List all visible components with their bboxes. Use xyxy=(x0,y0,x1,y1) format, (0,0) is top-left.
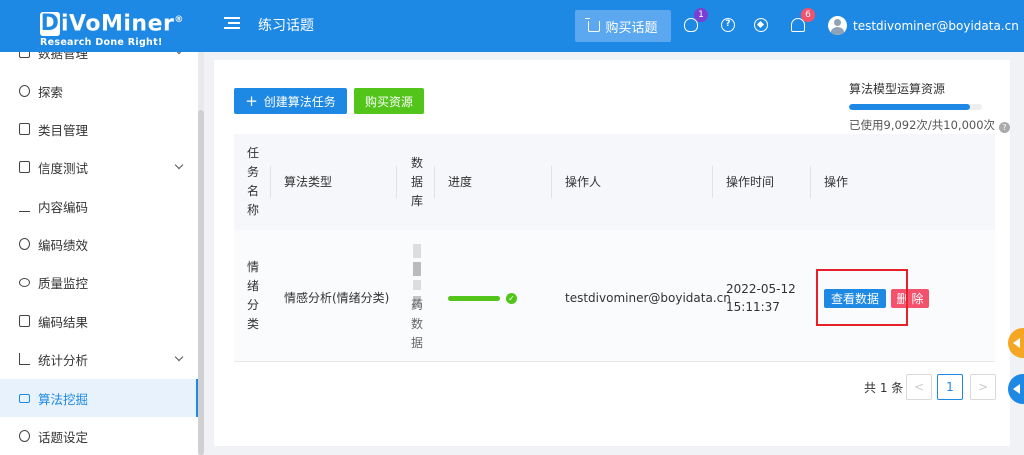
sidebar-item-label: 内容编码 xyxy=(38,199,89,215)
blurred-text xyxy=(413,262,421,276)
float-tab-blue[interactable] xyxy=(1008,374,1024,404)
help-icon[interactable]: ? xyxy=(721,18,735,32)
sidebar-item-label: 统计分析 xyxy=(38,352,89,368)
table-row: 情绪分类 情感分析(情绪分类) 药数据 ✓ testdivominer@boyi… xyxy=(234,230,995,362)
page-title: 练习话题 xyxy=(258,18,314,34)
yen-icon xyxy=(19,238,30,250)
sidebar-item-label: 算法挖掘 xyxy=(38,391,89,407)
col-actions: 操作 xyxy=(824,175,849,189)
create-task-label: 创建算法任务 xyxy=(263,94,336,109)
plus-icon: + xyxy=(245,92,258,110)
op-date-cell: 2022-05-12 xyxy=(726,282,796,296)
logo-brand: iVoMiner xyxy=(61,11,175,37)
pagination-page-button[interactable]: 1 xyxy=(937,374,963,400)
blurred-text xyxy=(413,244,421,258)
logo-reg: ® xyxy=(174,15,184,25)
gear-icon xyxy=(19,430,30,442)
chevron-down-icon xyxy=(174,352,184,362)
col-database: 数据库 xyxy=(410,156,423,208)
quota-usage-value: 已使用9,092次/共10,000次 xyxy=(849,118,996,132)
buy-topic-button[interactable]: 购买话题 xyxy=(575,10,671,42)
sidebar-item-explore[interactable]: 探索 xyxy=(0,72,198,110)
notification-badge: 1 xyxy=(694,8,708,22)
test-icon xyxy=(19,161,30,173)
sidebar-item-statistics[interactable]: 统计分析 xyxy=(0,340,198,378)
sidebar-item-results[interactable]: 编码结果 xyxy=(0,302,198,340)
float-tab-orange[interactable] xyxy=(1008,328,1024,358)
task-name-cell: 情绪分类 xyxy=(246,260,259,331)
sidebar-item-reliability[interactable]: 信度测试 xyxy=(0,148,198,186)
database-icon xyxy=(19,52,30,58)
user-email[interactable]: testdivominer@boyidata.cn xyxy=(853,19,1019,33)
pagination-prev-button[interactable]: < xyxy=(906,374,932,400)
main-panel: + 创建算法任务 购买资源 算法模型运算资源 已使用9,092次/共10,000… xyxy=(214,60,1011,446)
algo-type-cell: 情感分析(情绪分类) xyxy=(284,291,390,305)
result-icon xyxy=(19,315,30,327)
table-header: 任务名称 算法类型 数据库 进度 操作人 操作时间 操作 xyxy=(234,134,995,230)
help-icon[interactable]: ? xyxy=(999,122,1011,133)
check-circle-icon: ✓ xyxy=(506,293,517,304)
sidebar-item-label: 类目管理 xyxy=(38,122,89,138)
sidebar-item-algorithm-mining[interactable]: 算法挖掘 xyxy=(0,379,198,417)
quota-title: 算法模型运算资源 xyxy=(849,82,946,96)
sidebar-item-label: 质量监控 xyxy=(38,275,89,291)
sidebar-item-data-management[interactable]: 数据管理 xyxy=(0,52,198,71)
sidebar-scrollbar-thumb[interactable] xyxy=(198,110,204,455)
bell-badge: 6 xyxy=(801,8,815,22)
buy-topic-label: 购买话题 xyxy=(605,20,658,36)
sidebar-item-quality[interactable]: 质量监控 xyxy=(0,263,198,301)
chevron-down-icon xyxy=(174,52,184,55)
cart-icon xyxy=(585,17,601,32)
task-progress-bar xyxy=(448,296,500,301)
file-icon xyxy=(19,123,30,135)
logo-slogan: Research Done Right! xyxy=(40,37,163,49)
create-algorithm-task-button[interactable]: + 创建算法任务 xyxy=(234,88,347,114)
avatar[interactable] xyxy=(828,16,847,35)
highlight-box xyxy=(816,269,908,326)
sidebar-item-label: 编码绩效 xyxy=(38,237,89,253)
top-bar: DiVoMiner® Research Done Right! 练习话题 购买话… xyxy=(0,0,1024,52)
laptop-icon xyxy=(19,393,30,403)
col-progress: 进度 xyxy=(448,175,473,189)
sidebar-item-topic-settings[interactable]: 话题设定 xyxy=(0,417,198,455)
compass-icon[interactable] xyxy=(754,18,768,32)
pagination-total: 共 1 条 xyxy=(864,381,904,395)
quota-progress-fill xyxy=(849,104,970,110)
bar-chart-icon xyxy=(19,353,30,365)
operator-cell: testdivominer@boyidata.cn xyxy=(565,291,731,305)
dashboard-icon xyxy=(19,85,30,97)
eye-icon xyxy=(19,277,30,287)
col-operator: 操作人 xyxy=(565,175,602,189)
col-algo-type: 算法类型 xyxy=(284,175,333,189)
sidebar-item-label: 信度测试 xyxy=(38,160,89,176)
sidebar-item-label: 话题设定 xyxy=(38,429,89,445)
sidebar-item-performance[interactable]: 编码绩效 xyxy=(0,225,198,263)
sidebar-item-coding[interactable]: 内容编码 xyxy=(0,187,198,225)
buy-resource-button[interactable]: 购买资源 xyxy=(354,88,424,114)
sidebar: 数据管理 探索 类目管理 信度测试 内容编码 编码绩效 质量监控 编码结果 统计… xyxy=(0,52,198,455)
menu-toggle-icon[interactable] xyxy=(224,17,240,31)
op-clock-cell: 15:11:37 xyxy=(726,300,780,314)
quota-progress-bar xyxy=(849,104,982,110)
edit-icon xyxy=(19,200,30,212)
blurred-text xyxy=(413,280,421,290)
col-op-time: 操作时间 xyxy=(726,175,775,189)
sidebar-item-label: 数据管理 xyxy=(38,52,89,61)
pagination-next-button[interactable]: > xyxy=(970,374,996,400)
sidebar-item-label: 探索 xyxy=(38,84,64,100)
logo[interactable]: DiVoMiner® Research Done Right! xyxy=(40,8,190,48)
quota-usage-text: 已使用9,092次/共10,000次? xyxy=(849,118,1011,133)
database-cell: 药数据 xyxy=(410,298,423,350)
logo-d: D xyxy=(40,11,60,37)
task-progress-fill xyxy=(448,296,500,301)
sidebar-item-category[interactable]: 类目管理 xyxy=(0,110,198,148)
col-task-name: 任务名称 xyxy=(246,146,259,217)
sidebar-item-label: 编码结果 xyxy=(38,314,89,330)
task-table: 任务名称 算法类型 数据库 进度 操作人 操作时间 操作 情绪分类 情感分析(情… xyxy=(234,134,995,362)
chevron-down-icon xyxy=(174,160,184,170)
